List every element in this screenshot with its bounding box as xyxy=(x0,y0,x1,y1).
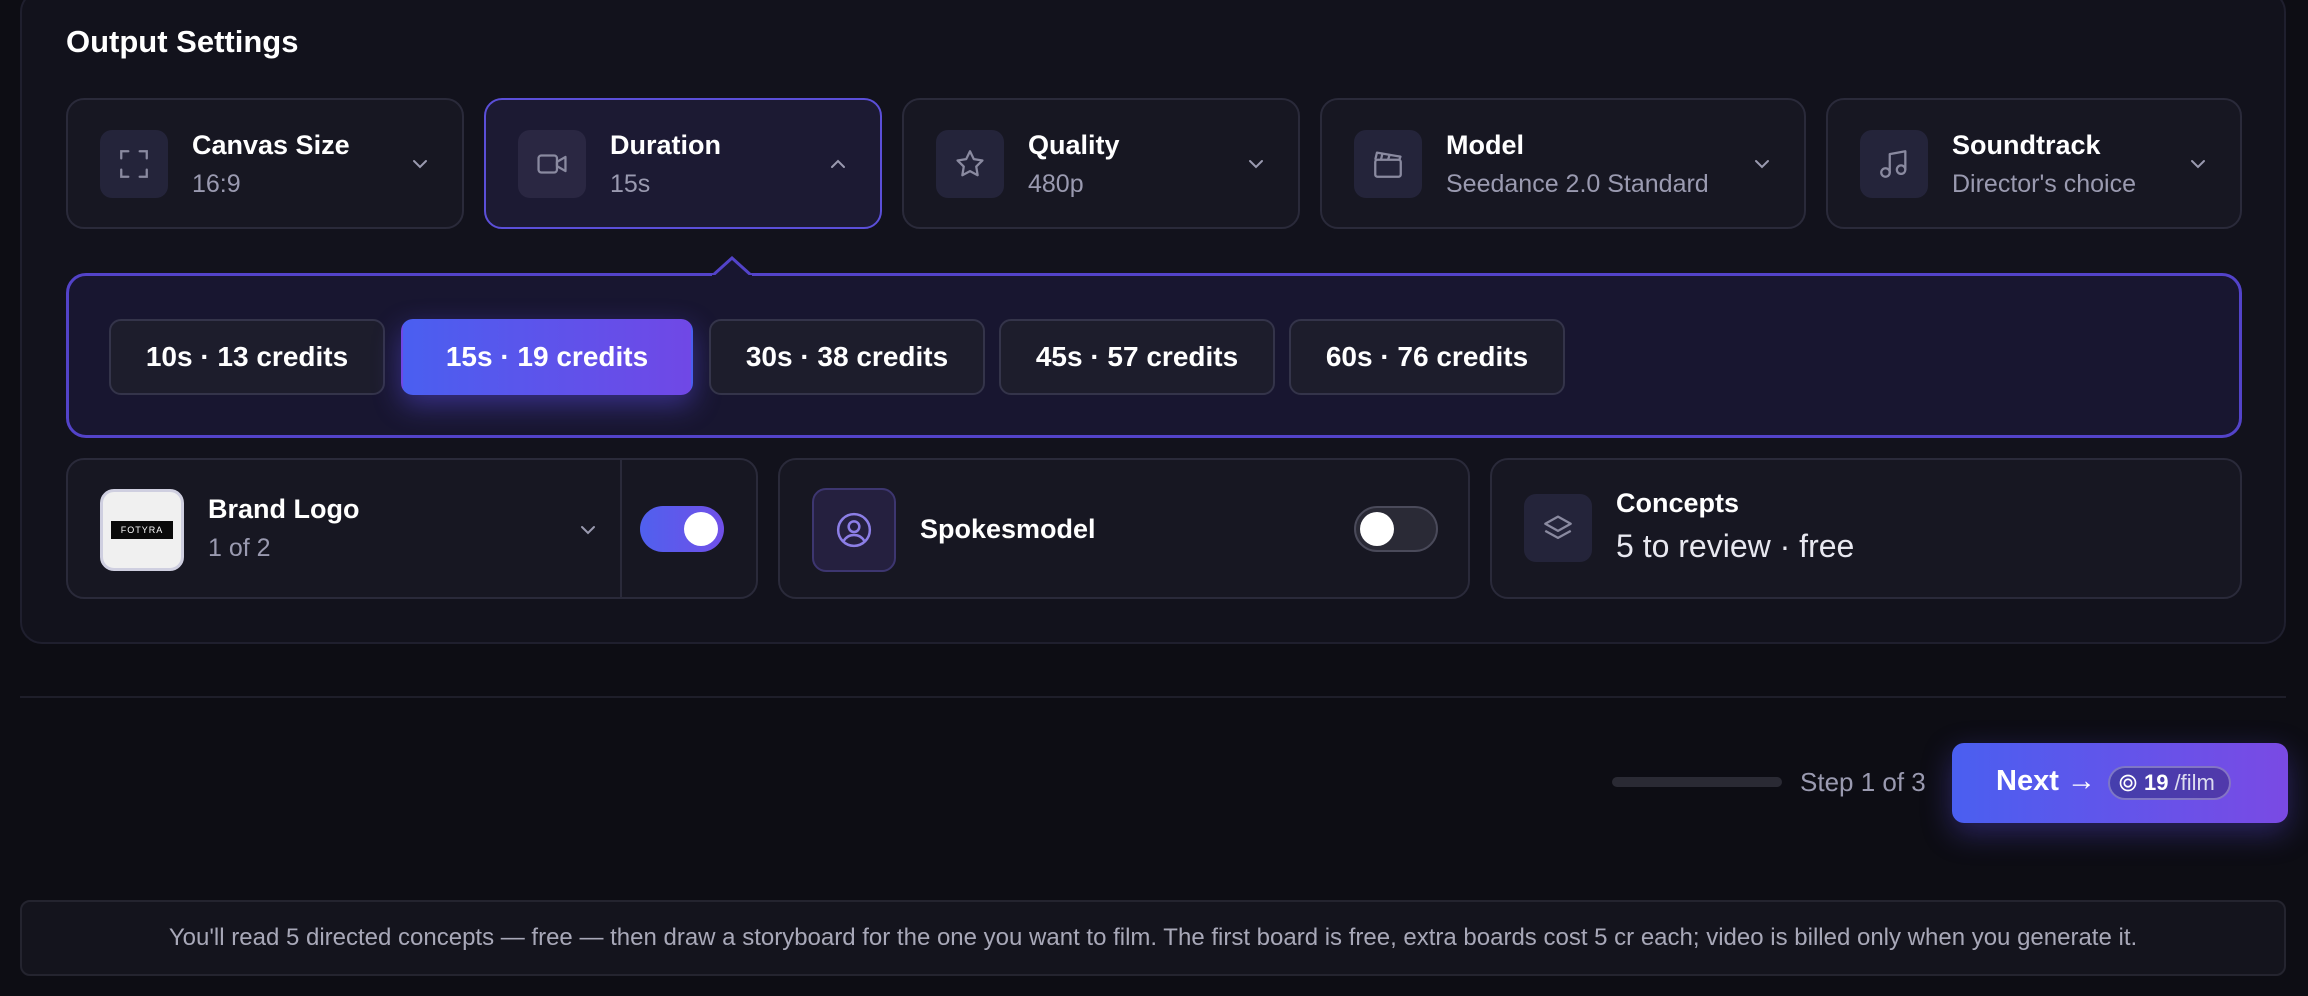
layers-icon xyxy=(1524,494,1592,562)
model-dropdown[interactable]: Model Seedance 2.0 Standard xyxy=(1320,98,1806,229)
credit-unit: /film xyxy=(2174,770,2215,795)
duration-options-panel: 10s · 13 credits 15s · 19 credits 30s · … xyxy=(66,273,2242,438)
quality-dropdown[interactable]: Quality 480p xyxy=(902,98,1300,229)
coin-icon xyxy=(2119,774,2137,792)
chevron-down-icon xyxy=(2191,160,2205,169)
divider xyxy=(620,460,622,597)
brand-logo-thumbnail[interactable]: FOTYRA xyxy=(100,489,184,571)
duration-option-60s[interactable]: 60s · 76 credits xyxy=(1289,319,1565,395)
canvas-size-dropdown[interactable]: Canvas Size 16:9 xyxy=(66,98,464,229)
chevron-down-icon xyxy=(413,160,427,169)
duration-option-10s[interactable]: 10s · 13 credits xyxy=(109,319,385,395)
brand-logo-card: FOTYRA Brand Logo 1 of 2 xyxy=(66,458,758,599)
chevron-down-icon xyxy=(1755,160,1769,169)
brand-logo-label: Brand Logo xyxy=(208,494,360,524)
soundtrack-label: Soundtrack xyxy=(1952,130,2101,160)
duration-dropdown[interactable]: Duration 15s xyxy=(484,98,882,229)
duration-panel-pointer xyxy=(712,256,752,278)
expand-icon xyxy=(100,130,168,198)
brand-logo-toggle[interactable] xyxy=(640,506,724,552)
duration-option-15s[interactable]: 15s · 19 credits xyxy=(401,319,693,395)
step-indicator: Step 1 of 3 xyxy=(1800,767,1926,797)
model-value: Seedance 2.0 Standard xyxy=(1446,170,1709,198)
chevron-down-icon[interactable] xyxy=(576,518,600,542)
toggle-knob xyxy=(1360,512,1394,546)
quality-value: 480p xyxy=(1028,170,1084,198)
star-icon xyxy=(936,130,1004,198)
video-camera-icon xyxy=(518,130,586,198)
divider xyxy=(20,696,2286,698)
duration-option-45s[interactable]: 45s · 57 credits xyxy=(999,319,1275,395)
chevron-down-icon xyxy=(1249,160,1263,169)
next-button-label: Next → xyxy=(1996,765,2096,797)
brand-logo-count: 1 of 2 xyxy=(208,534,271,562)
toggle-knob xyxy=(684,512,718,546)
quality-label: Quality xyxy=(1028,130,1120,160)
music-note-icon xyxy=(1860,130,1928,198)
clapperboard-icon xyxy=(1354,130,1422,198)
user-circle-icon xyxy=(812,488,896,572)
spokesmodel-card: Spokesmodel xyxy=(778,458,1470,599)
spokesmodel-toggle[interactable] xyxy=(1354,506,1438,552)
soundtrack-dropdown[interactable]: Soundtrack Director's choice xyxy=(1826,98,2242,229)
model-label: Model xyxy=(1446,130,1524,160)
step-progress-bar xyxy=(1612,777,1782,787)
chevron-up-icon xyxy=(831,159,845,168)
spokesmodel-label: Spokesmodel xyxy=(920,514,1096,544)
concepts-label: Concepts xyxy=(1616,488,1740,518)
soundtrack-value: Director's choice xyxy=(1952,170,2136,198)
section-title: Output Settings xyxy=(66,24,299,59)
info-note: You'll read 5 directed concepts — free —… xyxy=(20,900,2286,976)
credit-amount: 19 xyxy=(2144,770,2169,795)
canvas-size-value: 16:9 xyxy=(192,170,241,198)
duration-value: 15s xyxy=(610,170,651,198)
concepts-card: Concepts 5 to review · free xyxy=(1490,458,2242,599)
credit-cost-badge: 19 /film xyxy=(2108,766,2231,800)
duration-label: Duration xyxy=(610,130,721,160)
next-button[interactable]: Next → 19 /film xyxy=(1952,743,2288,823)
brand-logo-image: FOTYRA xyxy=(111,521,173,539)
canvas-size-label: Canvas Size xyxy=(192,130,350,160)
concepts-value: 5 to review · free xyxy=(1616,528,1855,564)
duration-option-30s[interactable]: 30s · 38 credits xyxy=(709,319,985,395)
